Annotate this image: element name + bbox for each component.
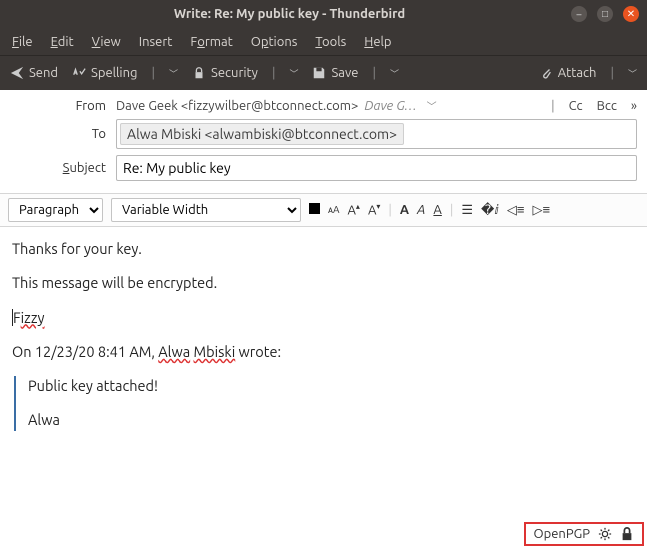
menu-file[interactable]: File	[12, 35, 33, 49]
format-toolbar: Paragraph Variable Width ᴀA A▴ A▾ | A A …	[0, 193, 647, 227]
toolbar-separator: |	[610, 66, 614, 80]
to-field[interactable]: Alwa Mbiski <alwambiski@btconnect.com>	[116, 119, 637, 149]
italic-icon[interactable]: A	[417, 203, 425, 217]
from-address: Dave Geek <fizzywilber@btconnect.com>	[116, 99, 358, 113]
body-line: Thanks for your key.	[12, 239, 635, 259]
cc-button[interactable]: Cc	[569, 99, 583, 113]
window-title: Write: Re: My public key - Thunderbird	[8, 7, 571, 21]
font-size-down-icon[interactable]: ᴀA	[328, 204, 339, 216]
minimize-button[interactable]: –	[571, 6, 587, 22]
titlebar: Write: Re: My public key - Thunderbird –…	[0, 0, 647, 28]
body-line: This message will be encrypted.	[12, 273, 635, 293]
save-label: Save	[331, 66, 358, 80]
attach-button[interactable]: Attach	[539, 66, 597, 80]
spelling-button[interactable]: Spelling	[72, 66, 137, 80]
menu-edit[interactable]: Edit	[51, 35, 74, 49]
maximize-button[interactable]: □	[597, 6, 613, 22]
window-controls: – □ ✕	[571, 6, 639, 22]
quoted-reply: Public key attached! Alwa	[14, 376, 635, 431]
from-value[interactable]: Dave Geek <fizzywilber@btconnect.com> Da…	[116, 98, 539, 113]
spelling-label: Spelling	[91, 66, 137, 80]
menubar: File Edit View Insert Format Options Too…	[0, 28, 647, 56]
paragraph-style-select[interactable]: Paragraph	[8, 198, 103, 222]
body-line: Fizzy	[12, 308, 635, 328]
security-button[interactable]: Security	[192, 66, 258, 80]
body-line: On 12/23/20 8:41 AM, Alwa Mbiski wrote:	[12, 342, 635, 362]
openpgp-label: OpenPGP	[534, 527, 590, 541]
menu-view[interactable]: View	[92, 35, 121, 49]
bcc-button[interactable]: Bcc	[597, 99, 617, 113]
spell-error: izzy	[21, 309, 45, 326]
chevron-down-icon[interactable]: ﹀	[427, 98, 437, 113]
menu-insert[interactable]: Insert	[139, 35, 173, 49]
send-label: Send	[29, 66, 58, 80]
to-recipient-pill[interactable]: Alwa Mbiski <alwambiski@btconnect.com>	[120, 123, 404, 145]
spell-error: Mbiski	[193, 343, 235, 360]
font-size-small-icon[interactable]: A▾	[368, 202, 380, 217]
send-button[interactable]: Send	[10, 66, 58, 80]
send-icon	[10, 66, 24, 80]
outdent-icon[interactable]: ◁≡	[507, 202, 525, 218]
font-size-large-icon[interactable]: A▴	[347, 202, 359, 217]
compose-headers: From Dave Geek <fizzywilber@btconnect.co…	[0, 90, 647, 193]
menu-options[interactable]: Options	[251, 35, 298, 49]
spelling-dropdown-arrow[interactable]: ﹀	[169, 67, 178, 80]
gear-icon	[598, 527, 612, 541]
menu-tools[interactable]: Tools	[315, 35, 346, 49]
to-label: To	[10, 127, 116, 141]
save-icon	[312, 66, 326, 80]
close-button[interactable]: ✕	[623, 6, 639, 22]
menu-format[interactable]: Format	[190, 35, 232, 49]
paperclip-icon	[539, 66, 553, 80]
toolbar-separator: |	[372, 66, 376, 80]
quote-line: Public key attached!	[28, 376, 635, 396]
bold-icon[interactable]: A	[400, 203, 409, 217]
numbered-list-icon[interactable]: �ⅈ	[481, 203, 499, 218]
main-toolbar: Send Spelling | ﹀ Security | ﹀ Save | ﹀ …	[0, 56, 647, 90]
attach-label: Attach	[558, 66, 597, 80]
security-label: Security	[211, 66, 258, 80]
text-color-icon[interactable]	[309, 203, 320, 214]
menu-help[interactable]: Help	[364, 35, 391, 49]
font-family-select[interactable]: Variable Width	[111, 198, 301, 222]
message-body[interactable]: Thanks for your key. This message will b…	[0, 227, 647, 517]
openpgp-status[interactable]: OpenPGP	[524, 522, 644, 546]
bullet-list-icon[interactable]: ☰	[461, 203, 473, 218]
quote-line: Alwa	[28, 410, 635, 430]
from-label: From	[10, 99, 116, 113]
spell-error: Alwa	[158, 343, 190, 360]
toolbar-separator: |	[272, 66, 276, 80]
security-dropdown-arrow[interactable]: ﹀	[289, 67, 298, 80]
from-identity: Dave G…	[364, 99, 416, 113]
subject-label: Subject	[10, 161, 116, 175]
spellcheck-icon	[72, 66, 86, 80]
indent-icon[interactable]: ▷≡	[533, 202, 551, 218]
more-recipients-button[interactable]: »	[631, 99, 637, 113]
underline-icon[interactable]: A	[433, 203, 441, 217]
save-button[interactable]: Save	[312, 66, 358, 80]
lock-icon	[192, 66, 206, 80]
toolbar-separator: |	[152, 66, 156, 80]
subject-input[interactable]	[116, 155, 637, 181]
lock-icon	[620, 527, 634, 541]
save-dropdown-arrow[interactable]: ﹀	[390, 67, 399, 80]
attach-dropdown-arrow[interactable]: ﹀	[628, 67, 637, 80]
